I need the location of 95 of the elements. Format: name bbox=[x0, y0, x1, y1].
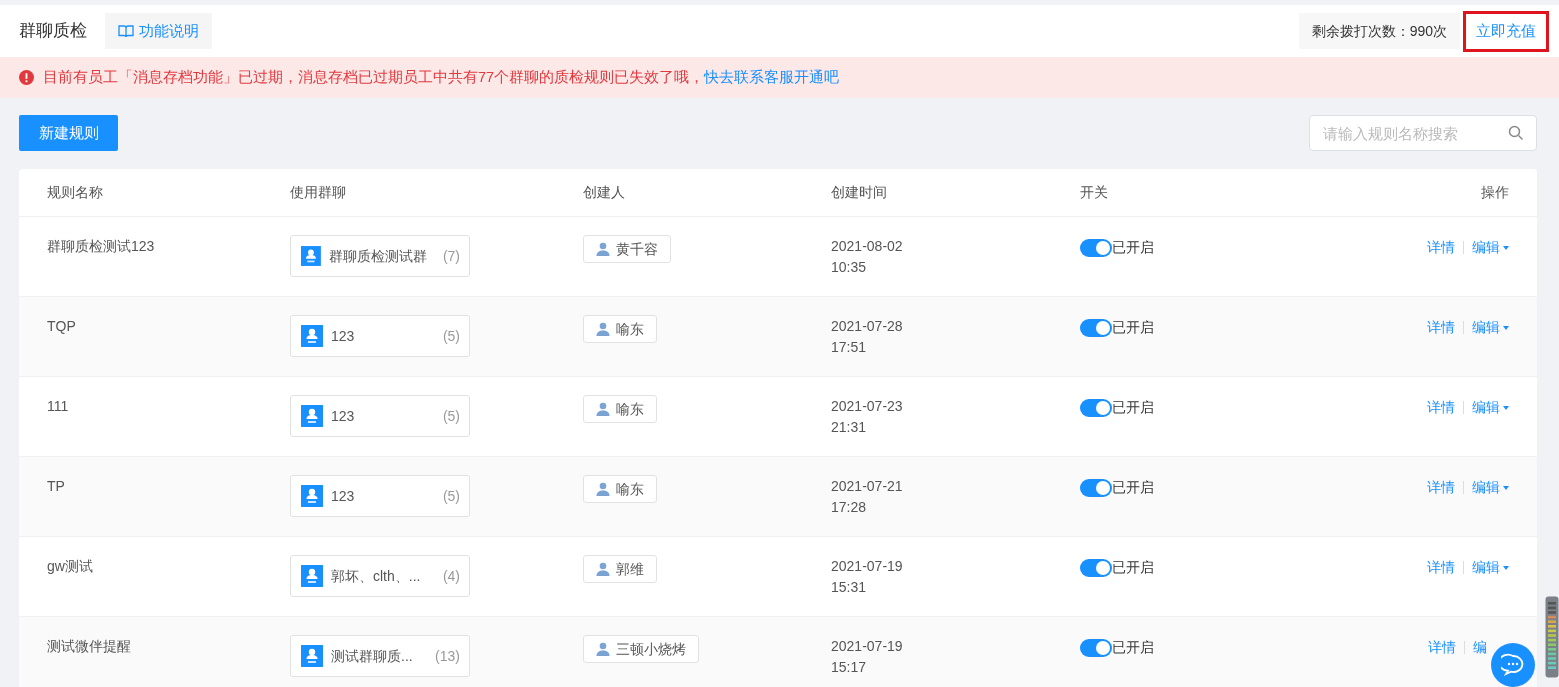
rule-name: TQP bbox=[47, 317, 77, 336]
caret-icon bbox=[1503, 245, 1509, 250]
edit-dropdown[interactable]: 编辑 bbox=[1472, 477, 1509, 498]
chat-icon bbox=[1501, 653, 1525, 677]
error-icon bbox=[19, 70, 34, 85]
switch-status: 已开启 bbox=[1112, 638, 1154, 657]
edit-dropdown[interactable]: 编辑 bbox=[1472, 237, 1509, 258]
toggle-switch[interactable] bbox=[1080, 558, 1112, 577]
group-name: 123 bbox=[331, 486, 355, 506]
caret-icon bbox=[1503, 485, 1509, 490]
group-icon bbox=[301, 325, 323, 347]
toggle-switch[interactable] bbox=[1080, 478, 1112, 497]
switch-status: 已开启 bbox=[1112, 398, 1154, 417]
member-count: (5) bbox=[442, 486, 460, 506]
page-title: 群聊质检 bbox=[19, 20, 87, 43]
group-icon bbox=[301, 565, 323, 587]
detail-link[interactable]: 详情 bbox=[1427, 317, 1455, 338]
member-count: (4) bbox=[442, 566, 460, 586]
column-header: 规则名称 bbox=[47, 183, 103, 202]
user-icon bbox=[596, 642, 610, 656]
creator-name: 黄千容 bbox=[616, 239, 658, 259]
creator-name: 喻东 bbox=[616, 399, 644, 419]
created-date: 2021-07-21 bbox=[831, 477, 904, 496]
user-icon bbox=[596, 242, 610, 256]
alert-message: 目前有员工「消息存档功能」已过期，消息存档已过期员工中共有77个群聊的质检规则已失效了哦，快去联系客服开通吧 bbox=[43, 67, 840, 87]
edit-dropdown[interactable]: 编辑 bbox=[1472, 317, 1509, 338]
created-time: 17:28 bbox=[831, 498, 868, 517]
group-name: 郭坏、clth、... bbox=[331, 566, 421, 586]
created-time: 21:31 bbox=[831, 418, 868, 437]
detail-link[interactable]: 详情 bbox=[1428, 637, 1456, 658]
rule-name: TP bbox=[47, 477, 66, 496]
member-count: (13) bbox=[435, 646, 460, 666]
member-count: (5) bbox=[442, 326, 460, 346]
user-icon bbox=[596, 402, 610, 416]
toggle-switch[interactable] bbox=[1080, 638, 1112, 657]
toggle-switch[interactable] bbox=[1080, 398, 1112, 417]
switch-status: 已开启 bbox=[1112, 478, 1154, 497]
created-time: 10:35 bbox=[831, 258, 868, 277]
support-link[interactable]: 快去联系客服开通吧 bbox=[704, 68, 840, 85]
switch-status: 已开启 bbox=[1112, 238, 1154, 257]
caret-icon bbox=[1503, 325, 1509, 330]
created-time: 17:51 bbox=[831, 338, 868, 357]
switch-status: 已开启 bbox=[1112, 318, 1154, 337]
column-header: 使用群聊 bbox=[290, 183, 346, 202]
column-header: 操作 bbox=[1481, 183, 1509, 202]
creator-name: 郭维 bbox=[616, 559, 644, 579]
member-count: (5) bbox=[442, 406, 460, 426]
created-date: 2021-07-23 bbox=[831, 397, 904, 416]
detail-link[interactable]: 详情 bbox=[1427, 237, 1455, 258]
help-button[interactable]: 功能说明 bbox=[105, 13, 212, 49]
toggle-switch[interactable] bbox=[1080, 318, 1112, 337]
group-name: 测试群聊质... bbox=[331, 646, 413, 666]
group-name: 123 bbox=[331, 326, 355, 346]
search-field[interactable]: 请输入规则名称搜索 bbox=[1309, 115, 1537, 151]
created-time: 15:31 bbox=[831, 578, 868, 597]
toggle-switch[interactable] bbox=[1080, 238, 1112, 257]
creator-name: 喻东 bbox=[616, 479, 644, 499]
detail-link[interactable]: 详情 bbox=[1427, 557, 1455, 578]
search-icon bbox=[1508, 125, 1524, 141]
group-icon bbox=[301, 645, 323, 667]
created-date: 2021-08-02 bbox=[831, 237, 904, 256]
created-date: 2021-07-19 bbox=[831, 557, 904, 576]
column-header: 创建时间 bbox=[831, 183, 887, 202]
caret-icon bbox=[1503, 565, 1509, 570]
rule-name: 111 bbox=[47, 397, 70, 416]
group-name: 123 bbox=[331, 406, 355, 426]
user-icon bbox=[596, 562, 610, 576]
detail-link[interactable]: 详情 bbox=[1427, 477, 1455, 498]
group-icon bbox=[301, 245, 321, 267]
created-date: 2021-07-19 bbox=[831, 637, 904, 656]
detail-link[interactable]: 详情 bbox=[1427, 397, 1455, 418]
created-time: 15:17 bbox=[831, 658, 868, 677]
rule-name: 测试微伴提醒 bbox=[47, 637, 132, 656]
edit-dropdown[interactable]: 编辑 bbox=[1472, 557, 1509, 578]
creator-name: 喻东 bbox=[616, 319, 644, 339]
recharge-link[interactable]: 立即充值 bbox=[1463, 10, 1549, 52]
group-icon bbox=[301, 485, 323, 507]
rule-name: gw测试 bbox=[47, 557, 94, 576]
book-icon bbox=[118, 24, 134, 38]
edit-dropdown[interactable]: 编 bbox=[1473, 637, 1487, 658]
switch-status: 已开启 bbox=[1112, 558, 1154, 577]
caret-icon bbox=[1503, 405, 1509, 410]
column-header: 开关 bbox=[1080, 183, 1108, 202]
creator-name: 三顿小烧烤 bbox=[616, 639, 686, 659]
new-rule-button[interactable]: 新建规则 bbox=[19, 115, 118, 151]
member-count: (7) bbox=[442, 246, 460, 266]
group-name: 群聊质检测试群 bbox=[328, 246, 427, 266]
column-header: 创建人 bbox=[583, 183, 625, 202]
rule-name: 群聊质检测试123 bbox=[47, 237, 156, 256]
user-icon bbox=[596, 322, 610, 336]
user-icon bbox=[596, 482, 610, 496]
balance-text: 剩余拨打次数：990次 bbox=[1298, 13, 1460, 49]
created-date: 2021-07-28 bbox=[831, 317, 904, 336]
group-icon bbox=[301, 405, 323, 427]
edit-dropdown[interactable]: 编辑 bbox=[1472, 397, 1509, 418]
